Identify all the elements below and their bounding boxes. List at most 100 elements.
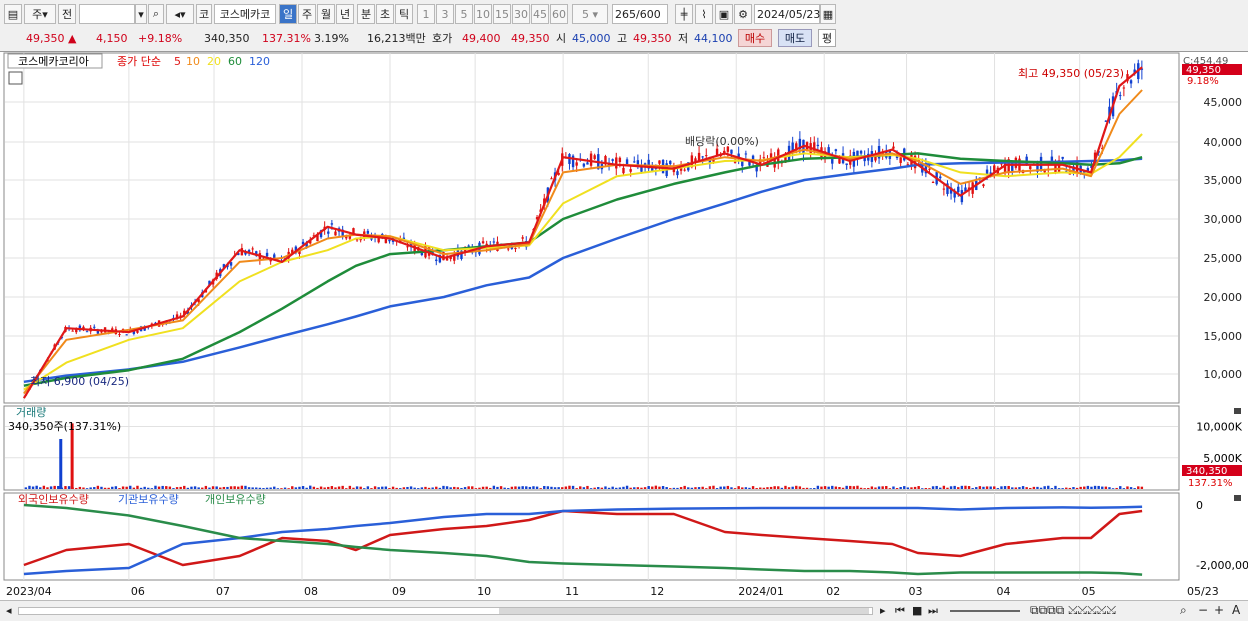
candle-icon[interactable]: ╪ <box>675 4 693 24</box>
gear-icon[interactable]: ⚙ <box>734 4 752 24</box>
line-icon[interactable]: ⌇ <box>695 4 713 24</box>
volume-bar <box>989 486 992 489</box>
interval-select[interactable]: 5 ▾ <box>572 4 608 24</box>
volume-bar <box>132 487 136 489</box>
mult-5[interactable]: 5 <box>455 4 473 24</box>
volume-bar <box>427 487 431 489</box>
candle-body <box>899 157 902 163</box>
amount: 16,213백만 <box>367 32 426 45</box>
volume-bar <box>395 487 398 489</box>
volume-bar <box>438 487 442 489</box>
volume-bar <box>1021 486 1025 489</box>
candle-body <box>744 153 748 155</box>
candle-body <box>1119 95 1122 97</box>
low-annotation: 최저 6,900 (04/25) <box>30 375 129 388</box>
name-button[interactable]: 코 <box>196 4 212 24</box>
volume-bar <box>499 486 503 489</box>
rewind-icon[interactable]: ⏮ <box>895 604 905 618</box>
forward-icon[interactable]: ⏭ <box>928 604 938 618</box>
volume-bar <box>546 486 550 489</box>
stop-icon[interactable]: ■ <box>912 604 922 617</box>
volume-bar <box>787 487 791 489</box>
volume-close-icon[interactable] <box>1234 408 1241 414</box>
mult-45[interactable]: 45 <box>531 4 549 24</box>
volume-bar <box>960 485 964 489</box>
x-tick-label: 07 <box>216 585 230 598</box>
volume-bar <box>471 486 474 489</box>
holding-close-icon[interactable] <box>1234 495 1241 501</box>
buy-button[interactable]: 매수 <box>738 29 772 47</box>
period-minute[interactable]: 분 <box>357 4 375 24</box>
scroll-left-icon[interactable]: ◂ <box>6 604 12 617</box>
chart-svg[interactable]: 10,000 15,000 20,000 25,000 30,000 35,000 40,0… <box>0 52 1248 601</box>
volume-bar <box>978 486 982 489</box>
volume-bar <box>622 486 625 489</box>
period-second[interactable]: 초 <box>376 4 394 24</box>
zoom-slider[interactable] <box>950 610 1020 612</box>
code-input[interactable]: 241710 <box>79 4 135 24</box>
stock-label: 코스메카코리아 <box>18 55 89 68</box>
zoom-out-icon[interactable]: ⌕ <box>1180 603 1187 618</box>
sound-icon[interactable]: ◂▾ <box>166 4 194 24</box>
volume-bar <box>935 485 938 489</box>
layout-icon[interactable]: ▤ <box>4 4 22 24</box>
sell-button[interactable]: 매도 <box>778 29 812 47</box>
candle-body <box>575 162 578 166</box>
minus-icon[interactable]: − <box>1198 603 1208 617</box>
mult-1[interactable]: 1 <box>417 4 435 24</box>
date-input[interactable]: 2024/05/23 <box>754 4 820 24</box>
volume-bar <box>78 486 82 489</box>
mult-15[interactable]: 15 <box>493 4 511 24</box>
candle-body <box>615 157 618 169</box>
candle-body <box>1050 156 1054 161</box>
quote-label: 호가 <box>432 32 453 45</box>
horizontal-scrollbar[interactable] <box>18 607 873 615</box>
candle-body <box>514 247 517 250</box>
volume-bar <box>1108 487 1111 489</box>
volume-bar <box>215 486 218 489</box>
volume-bar <box>503 487 506 489</box>
prev-button[interactable]: 전 <box>58 4 76 24</box>
mult-10[interactable]: 10 <box>474 4 492 24</box>
volume-bar <box>381 486 384 489</box>
save-icon[interactable]: ▣ <box>715 4 733 24</box>
market-select[interactable]: 주 ▾ <box>24 4 56 24</box>
mult-30[interactable]: 30 <box>512 4 530 24</box>
avg-button[interactable]: 평 <box>818 29 836 47</box>
volume-bar <box>121 486 125 489</box>
volume-bar <box>431 487 434 489</box>
price-tick-label: 10,000 <box>1204 368 1243 381</box>
candle-body <box>928 168 931 170</box>
plus-icon[interactable]: + <box>1214 603 1224 617</box>
volume-bar <box>391 486 395 489</box>
text-icon[interactable]: A <box>1232 603 1240 617</box>
tools-icons[interactable]: ⧉⧉⧉⧉ ⤩⤩⤩⤩⤩ <box>1030 603 1116 618</box>
scrollbar-thumb[interactable] <box>499 608 869 614</box>
mult-60[interactable]: 60 <box>550 4 568 24</box>
code-dropdown-icon[interactable]: ▾ <box>135 4 147 24</box>
calendar-icon[interactable]: ▦ <box>820 4 836 24</box>
period-month[interactable]: 월 <box>317 4 335 24</box>
volume-bar <box>193 486 197 489</box>
period-week[interactable]: 주 <box>298 4 316 24</box>
mult-3[interactable]: 3 <box>436 4 454 24</box>
candle-body <box>71 330 74 332</box>
period-year[interactable]: 년 <box>336 4 354 24</box>
volume-bar <box>1029 487 1032 489</box>
scroll-right-icon[interactable]: ▸ <box>880 604 886 617</box>
volume-bar <box>309 485 312 489</box>
count-input[interactable]: 265/600 <box>612 4 668 24</box>
volume-bar <box>219 487 222 489</box>
toolbar: ▤ 주 ▾ 전 241710 ▾ ⌕ ◂▾ 코 코스메카코 일 주 월 년 분 초… <box>0 2 1248 26</box>
search-icon[interactable]: ⌕ <box>148 4 164 24</box>
volume-bar <box>226 486 229 489</box>
period-tick[interactable]: 틱 <box>395 4 413 24</box>
up-arrow-icon: ▲ <box>68 31 77 45</box>
volume-bar <box>481 486 485 489</box>
volume-bar <box>316 487 319 489</box>
period-day[interactable]: 일 <box>279 4 297 24</box>
volume-bar <box>1047 485 1050 489</box>
volume-bar <box>525 486 528 489</box>
volume-bar <box>273 486 276 489</box>
table-icon[interactable] <box>8 71 23 85</box>
